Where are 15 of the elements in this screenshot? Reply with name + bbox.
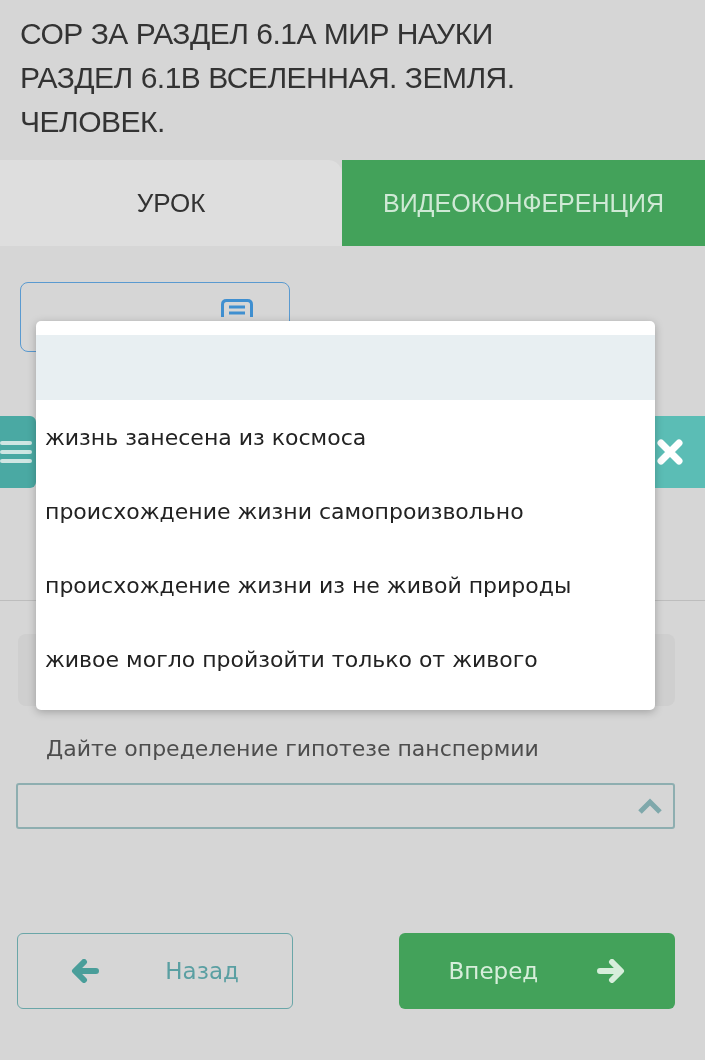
tab[interactable]: УРОК xyxy=(0,160,342,246)
dropdown-option[interactable]: происхождение жизни самопроизвольно xyxy=(36,474,655,548)
question-text: Дайте определение гипотезе панспермии xyxy=(46,736,540,761)
page-title: ЧЕЛОВЕК. xyxy=(20,104,166,140)
answer-select[interactable] xyxy=(16,783,675,829)
arrow-left-icon xyxy=(71,959,100,983)
menu-tab[interactable] xyxy=(0,416,36,488)
page-title: РАЗДЕЛ 6.1В ВСЕЛЕННАЯ. ЗЕМЛЯ. xyxy=(20,60,516,96)
dropdown-option[interactable]: жизнь занесена из космоса xyxy=(36,400,655,474)
page-title: СОР ЗА РАЗДЕЛ 6.1А МИР НАУКИ xyxy=(20,16,494,52)
dropdown-option[interactable]: живое могло пройзойти только от живого xyxy=(36,622,655,696)
close-icon xyxy=(655,438,684,466)
chat-icon xyxy=(221,299,253,317)
arrow-right-icon xyxy=(597,959,626,983)
dropdown-option[interactable]: происхождение жизни из не живой природы xyxy=(36,548,655,622)
